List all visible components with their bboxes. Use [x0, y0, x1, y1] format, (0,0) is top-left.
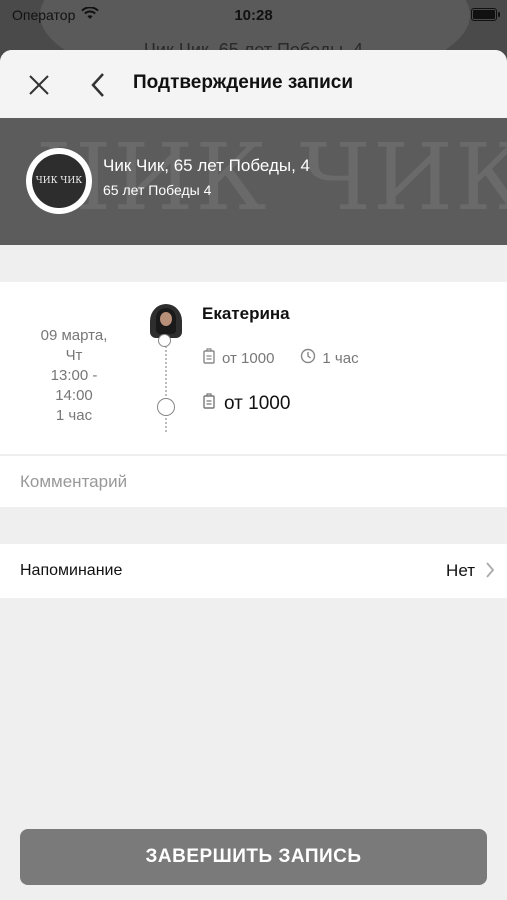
reminder-row[interactable]: Напоминание Нет — [0, 544, 507, 598]
back-button[interactable] — [86, 70, 110, 100]
master-name: Екатерина — [202, 304, 290, 323]
service-duration: 1 час — [322, 349, 359, 367]
time-line-2: 14:00 — [55, 387, 93, 404]
price-tag-icon — [202, 348, 216, 368]
service-price: от 1000 — [222, 349, 275, 367]
chevron-left-icon — [91, 73, 104, 97]
battery-icon — [471, 8, 500, 21]
reminder-value: Нет — [446, 561, 475, 580]
status-time: 10:28 — [234, 6, 273, 24]
time-line-1: 13:00 - — [50, 367, 98, 384]
total-price: от 1000 — [224, 393, 291, 414]
date-line-2: Чт — [65, 347, 83, 364]
close-button[interactable] — [24, 70, 54, 100]
price-tag-icon — [202, 393, 216, 415]
salon-logo: ЧИК ЧИК — [26, 148, 92, 214]
timeline-dot-end — [157, 398, 175, 416]
banner-watermark: ЧИК ЧИК — [40, 124, 507, 231]
duration-line: 1 час — [55, 407, 93, 424]
chevron-right-icon — [485, 561, 495, 584]
clock-icon — [300, 348, 316, 368]
timeline-dot — [158, 334, 171, 347]
status-bar: Оператор 10:28 — [0, 0, 507, 30]
date-line-1: 09 марта, — [40, 327, 108, 344]
salon-name: Чик Чик, 65 лет Победы, 4 — [103, 156, 310, 175]
appointment-card: 09 марта, Чт 13:00 - 14:00 1 час Екатери… — [0, 282, 507, 454]
master-avatar — [150, 304, 182, 338]
salon-address: 65 лет Победы 4 — [103, 182, 212, 198]
complete-booking-button[interactable]: ЗАВЕРШИТЬ ЗАПИСЬ — [20, 829, 487, 885]
total-price-row: от 1000 — [202, 393, 290, 415]
service-meta: от 1000 1 час — [202, 348, 359, 368]
confirmation-sheet: Подтверждение записи ЧИК ЧИК ЧИК ЧИК Чик… — [0, 50, 507, 900]
logo-text: ЧИК ЧИК — [32, 154, 86, 208]
close-icon — [29, 75, 49, 95]
reminder-label: Напоминание — [20, 562, 123, 579]
page-title: Подтверждение записи — [133, 72, 353, 93]
salon-banner: ЧИК ЧИК ЧИК ЧИК Чик Чик, 65 лет Победы, … — [0, 118, 507, 245]
appointment-datetime: 09 марта, Чт 13:00 - 14:00 1 час — [20, 326, 128, 426]
comment-placeholder: Комментарий — [20, 472, 128, 491]
nav-bar: Подтверждение записи — [0, 50, 507, 118]
comment-field[interactable]: Комментарий — [0, 455, 507, 507]
